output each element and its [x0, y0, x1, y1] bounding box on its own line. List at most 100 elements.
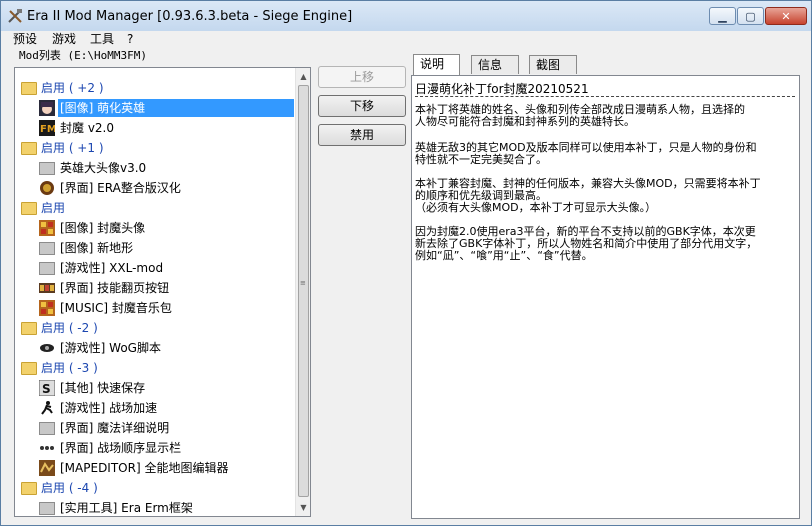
tab-screenshots[interactable]: 截图 — [529, 55, 577, 74]
unit-order-icon — [39, 440, 55, 456]
menu-tools[interactable]: 工具 — [90, 31, 114, 47]
mod-group-header[interactable]: 启用 ( -3 ) — [15, 358, 295, 378]
folder-icon — [21, 140, 37, 156]
mod-list-item[interactable]: [游戏性] XXL-mod — [15, 258, 295, 278]
description-line: 人物尽可能符合封魔和封神系列的英雄特长。 — [415, 115, 635, 128]
fm-logo-icon: FM — [39, 120, 57, 136]
mod-group-header[interactable]: 启用 ( +1 ) — [15, 138, 295, 158]
description-paragraph: 本补丁兼容封魔、封神的任何版本，兼容大头像MOD，只需要将本补丁 的顺序和优先级… — [415, 178, 797, 214]
mod-list-rows: 启用 ( +2 ) [图像] 萌化英雄 FM 封魔 v2.0 启用 ( +1 ) 英雄大头… — [15, 68, 295, 516]
description-paragraph: 因为封魔2.0使用era3平台，新的平台不支持以前的GBK字体，本次更 新去除了… — [415, 226, 797, 262]
mod-label: [界面] 战场顺序显示栏 — [60, 441, 182, 455]
mod-label: 启用 ( -2 ) — [41, 321, 98, 335]
title-bar[interactable]: Era II Mod Manager [0.93.6.3.beta - Sieg… — [1, 1, 811, 31]
scroll-thumb[interactable]: ≡ — [298, 85, 309, 497]
skill-bar-icon — [39, 280, 55, 296]
shield-crest-icon — [39, 180, 55, 196]
portrait-grid-icon — [39, 300, 55, 316]
main-window: Era II Mod Manager [0.93.6.3.beta - Sieg… — [0, 0, 812, 526]
mod-label: [游戏性] WoG脚本 — [60, 341, 161, 355]
mod-label: [界面] 魔法详细说明 — [60, 421, 170, 435]
mod-list-item[interactable]: FM 封魔 v2.0 — [15, 118, 295, 138]
description-paragraph: 本补丁将英雄的姓名、头像和列传全部改成日漫萌系人物，且选择的 人物尽可能符合封魔… — [415, 104, 797, 128]
move-up-button[interactable]: 上移 — [318, 66, 406, 88]
mod-label: 启用 — [41, 201, 66, 215]
mod-label: [图像] 封魔头像 — [60, 221, 146, 235]
description-title: 日漫萌化补丁for封魔20210521 — [415, 82, 589, 96]
minimize-button[interactable]: ▁ — [709, 7, 736, 25]
mod-label: [图像] 新地形 — [60, 241, 134, 255]
description-paragraph: 英雄无敌3的其它MOD及版本同样可以使用本补丁，只是人物的身份和 特性就不一定完… — [415, 142, 797, 166]
portrait-grid-icon — [39, 220, 55, 236]
folder-icon — [21, 320, 37, 336]
mod-label: [游戏性] XXL-mod — [60, 261, 164, 275]
folder-icon — [21, 480, 37, 496]
anime-girl-icon — [39, 100, 55, 116]
description-line: 特性就不一定完美契合了。 — [415, 153, 547, 166]
menu-presets[interactable]: 预设 — [13, 31, 37, 47]
mod-label: [图像] 萌化英雄 — [60, 101, 146, 115]
scroll-down-icon[interactable]: ▼ — [296, 499, 310, 516]
mod-list-item[interactable]: [图像] 萌化英雄 — [15, 98, 295, 118]
mod-label: 封魔 v2.0 — [60, 121, 115, 135]
grip-icon: ≡ — [300, 279, 306, 287]
close-button[interactable]: ✕ — [765, 7, 807, 25]
description-panel[interactable]: 日漫萌化补丁for封魔20210521 本补丁将英雄的姓名、头像和列传全部改成日… — [411, 75, 800, 519]
tab-description[interactable]: 说明 — [413, 54, 460, 75]
mod-group-header[interactable]: 启用 — [15, 198, 295, 218]
map-editor-icon — [39, 460, 55, 476]
mod-label: [MUSIC] 封魔音乐包 — [60, 301, 172, 315]
running-man-icon — [39, 400, 55, 416]
mod-group-header[interactable]: 启用 ( +2 ) — [15, 78, 295, 98]
disable-button[interactable]: 禁用 — [318, 124, 406, 146]
gray-folder-icon — [39, 240, 55, 256]
mod-list-item[interactable]: [MAPEDITOR] 全能地图编辑器 — [15, 458, 295, 478]
mod-label: [其他] 快速保存 — [60, 381, 146, 395]
mod-list-item[interactable]: [图像] 新地形 — [15, 238, 295, 258]
gray-folder-icon — [39, 260, 55, 276]
mod-label: 启用 ( -4 ) — [41, 481, 98, 495]
mod-group-header[interactable]: 启用 ( -2 ) — [15, 318, 295, 338]
menu-help[interactable]: ? — [127, 31, 133, 47]
mod-label: [实用工具] Era Erm框架 — [60, 501, 193, 515]
mod-list-item[interactable]: S [其他] 快速保存 — [15, 378, 295, 398]
mod-list[interactable]: 启用 ( +2 ) [图像] 萌化英雄 FM 封魔 v2.0 启用 ( +1 ) 英雄大头… — [14, 67, 311, 517]
mod-label: 启用 ( -3 ) — [41, 361, 98, 375]
wog-eye-icon — [39, 340, 55, 356]
description-line: （必须有大头像MOD，本补丁才可显示大头像。） — [415, 201, 657, 214]
tab-info[interactable]: 信息 — [471, 55, 519, 74]
mod-list-path-label: Mod列表 (E:\HoMM3FM) — [19, 49, 147, 62]
gray-folder-icon — [39, 500, 55, 516]
mod-label: 启用 ( +2 ) — [41, 81, 104, 95]
svg-text:S: S — [42, 382, 51, 396]
description-scrollbar[interactable] — [804, 75, 810, 519]
mod-label: [游戏性] 战场加速 — [60, 401, 158, 415]
mod-list-item[interactable]: [界面] ERA整合版汉化 — [15, 178, 295, 198]
mod-list-item[interactable]: [界面] 魔法详细说明 — [15, 418, 295, 438]
mod-list-item[interactable]: [实用工具] Era Erm框架 — [15, 498, 295, 516]
move-down-button[interactable]: 下移 — [318, 95, 406, 117]
mod-label: 启用 ( +1 ) — [41, 141, 104, 155]
mod-label: [界面] ERA整合版汉化 — [60, 181, 181, 195]
gray-folder-icon — [39, 420, 55, 436]
mod-list-item[interactable]: [界面] 技能翻页按钮 — [15, 278, 295, 298]
menu-game[interactable]: 游戏 — [52, 31, 76, 47]
save-s-icon: S — [38, 379, 56, 397]
description-divider — [415, 96, 795, 98]
gray-folder-icon — [39, 160, 55, 176]
mod-list-item[interactable]: [MUSIC] 封魔音乐包 — [15, 298, 295, 318]
mod-list-item[interactable]: [界面] 战场顺序显示栏 — [15, 438, 295, 458]
scroll-up-icon[interactable]: ▲ — [296, 68, 310, 85]
mod-list-item[interactable]: 英雄大头像v3.0 — [15, 158, 295, 178]
folder-icon — [21, 200, 37, 216]
maximize-button[interactable]: ▢ — [737, 7, 764, 25]
window-title: Era II Mod Manager [0.93.6.3.beta - Sieg… — [27, 9, 353, 24]
mod-label: [MAPEDITOR] 全能地图编辑器 — [60, 461, 229, 475]
folder-icon — [21, 360, 37, 376]
mod-list-item[interactable]: [图像] 封魔头像 — [15, 218, 295, 238]
mod-list-scrollbar[interactable]: ▲ ≡ ▼ — [295, 68, 310, 516]
mod-list-item[interactable]: [游戏性] 战场加速 — [15, 398, 295, 418]
mod-group-header[interactable]: 启用 ( -4 ) — [15, 478, 295, 498]
folder-icon — [21, 80, 37, 96]
mod-list-item[interactable]: [游戏性] WoG脚本 — [15, 338, 295, 358]
